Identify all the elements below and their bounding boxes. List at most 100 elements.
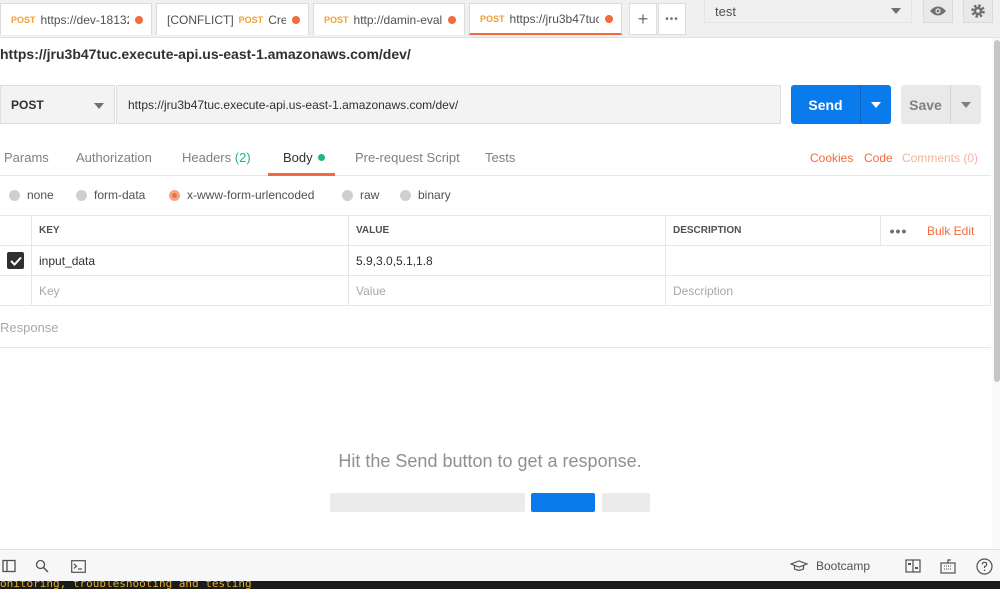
unsaved-dot-icon: [135, 15, 143, 24]
help-icon[interactable]: [975, 557, 993, 575]
response-divider: [0, 347, 991, 348]
radio-label: x-www-form-urlencoded: [187, 188, 315, 202]
body-type-raw[interactable]: raw: [342, 188, 379, 202]
save-options-button[interactable]: [950, 85, 981, 124]
radio-label: form-data: [94, 188, 146, 202]
url-input[interactable]: [116, 85, 781, 124]
save-label: Save: [909, 96, 942, 113]
tab-method: POST: [480, 13, 505, 24]
tab-method: POST: [11, 14, 36, 25]
bulk-edit-link[interactable]: Bulk Edit: [927, 216, 974, 245]
tab-headers[interactable]: Headers (2): [182, 150, 251, 165]
environment-label: test: [715, 3, 736, 19]
unsaved-dot-icon: [292, 15, 300, 24]
request-tab-2[interactable]: [CONFLICT] POST Create: [156, 3, 309, 35]
body-type-none[interactable]: none: [9, 188, 54, 202]
tab-body[interactable]: Body: [283, 150, 325, 165]
send-label: Send: [808, 96, 843, 113]
console-text: onitoring, troubleshooting and testing: [0, 581, 252, 589]
body-type-binary[interactable]: binary: [400, 188, 451, 202]
bootcamp-label: Bootcamp: [816, 559, 871, 573]
table-row: input_data 5.9,3.0,5.1,1.8: [0, 246, 991, 276]
more-tabs-button[interactable]: •••: [658, 3, 686, 35]
row-checkbox-cell: [0, 276, 31, 305]
send-button[interactable]: Send: [791, 85, 891, 124]
chevron-down-icon: [871, 101, 881, 108]
placeholder-bar-accent: [531, 493, 595, 512]
active-tab-indicator: [268, 173, 335, 176]
chevron-down-icon: [94, 103, 104, 109]
tab-method: POST: [238, 14, 264, 25]
radio-circle-icon: [400, 189, 411, 201]
placeholder-bar: [602, 493, 650, 512]
sidebar-toggle-icon[interactable]: [0, 557, 18, 575]
comments-link[interactable]: Comments (0): [902, 151, 978, 165]
scrollbar-thumb[interactable]: [994, 40, 1000, 382]
request-tab-3[interactable]: POST http://damin-eval-: [313, 3, 465, 35]
row-checkbox[interactable]: [7, 252, 24, 269]
headers-count: (2): [234, 150, 251, 165]
request-tab-1[interactable]: POST https://dev-18132!: [0, 3, 152, 35]
unsaved-dot-icon: [605, 14, 613, 23]
new-tab-button[interactable]: +: [629, 3, 657, 35]
key-field[interactable]: input_data: [31, 246, 348, 275]
radio-circle-icon: [342, 189, 353, 201]
tab-title: https://jru3b47tuc: [509, 11, 599, 26]
header-description-label: DESCRIPTION: [673, 225, 742, 236]
response-empty-message: Hit the Send button to get a response.: [338, 451, 642, 471]
send-options-button[interactable]: [860, 85, 891, 124]
save-button[interactable]: Save: [901, 85, 981, 124]
request-tabs: Params Authorization Headers (2) Body Pr…: [0, 138, 991, 176]
header-value: VALUE: [348, 216, 665, 245]
environment-quick-look-button[interactable]: [923, 0, 953, 23]
two-pane-view-icon[interactable]: [904, 557, 922, 575]
unsaved-dot-icon: [448, 15, 456, 24]
cookies-link[interactable]: Cookies: [810, 151, 853, 165]
method-select[interactable]: POST: [0, 85, 115, 124]
body-type-form-data[interactable]: form-data: [76, 188, 145, 202]
new-value-field[interactable]: Value: [348, 276, 665, 305]
body-type-urlencoded[interactable]: x-www-form-urlencoded: [169, 188, 314, 202]
radio-label: raw: [360, 188, 380, 202]
header-key: KEY: [31, 216, 348, 245]
value-field[interactable]: 5.9,3.0,5.1,1.8: [348, 246, 665, 275]
table-row-new: Key Value Description: [0, 276, 991, 306]
radio-label: binary: [418, 188, 451, 202]
method-label: POST: [11, 97, 44, 112]
request-title: https://jru3b47tuc.execute-api.us-east-1…: [0, 46, 411, 62]
radio-circle-icon: [9, 189, 20, 201]
code-link[interactable]: Code: [864, 151, 893, 165]
new-description-field[interactable]: Description: [665, 276, 991, 305]
table-header-row: KEY VALUE DESCRIPTION ••• Bulk Edit: [0, 215, 991, 246]
table-options-button[interactable]: •••: [880, 216, 916, 245]
search-icon[interactable]: [33, 557, 51, 575]
status-bar: Bootcamp: [0, 549, 1000, 581]
tab-params[interactable]: Params: [4, 150, 49, 165]
new-key-field[interactable]: Key: [31, 276, 348, 305]
tab-conflict-label: [CONFLICT]: [167, 12, 234, 27]
response-label: Response: [0, 320, 59, 335]
console-icon[interactable]: [69, 557, 87, 575]
environment-select[interactable]: test: [704, 0, 912, 23]
graduation-cap-icon: [790, 560, 808, 571]
tab-title: http://damin-eval-: [353, 12, 442, 27]
tab-pre-request-script[interactable]: Pre-request Script: [355, 150, 460, 165]
tab-tests[interactable]: Tests: [485, 150, 515, 165]
radio-circle-icon: [76, 189, 87, 201]
placeholder-bar: [330, 493, 525, 512]
radio-selected-icon: [169, 189, 180, 201]
tab-body-label: Body: [283, 150, 313, 165]
bootcamp-button[interactable]: Bootcamp: [790, 559, 870, 573]
eye-icon: [930, 6, 946, 16]
radio-label: none: [27, 188, 54, 202]
chevron-down-icon: [891, 8, 901, 14]
tab-title: https://dev-18132!: [40, 12, 129, 27]
tab-authorization[interactable]: Authorization: [76, 150, 152, 165]
chevron-down-icon: [961, 101, 971, 108]
description-field[interactable]: [665, 246, 991, 275]
keyboard-shortcuts-icon[interactable]: [939, 557, 957, 575]
tab-headers-label: Headers: [182, 150, 232, 165]
request-tab-4[interactable]: POST https://jru3b47tuc: [469, 3, 622, 35]
manage-environments-button[interactable]: [963, 0, 993, 23]
gear-icon: [971, 4, 985, 18]
